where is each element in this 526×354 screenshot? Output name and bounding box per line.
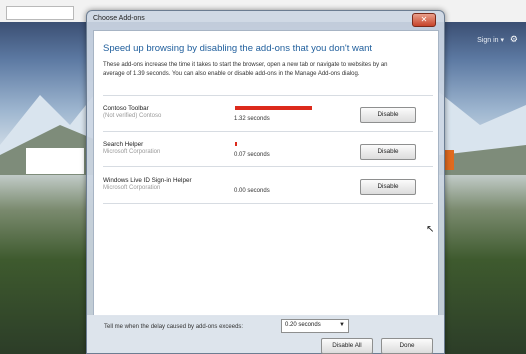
load-time-bar bbox=[235, 106, 315, 110]
select-value: 0.20 seconds bbox=[285, 322, 321, 328]
disable-button[interactable]: Disable bbox=[360, 144, 416, 160]
address-bar[interactable] bbox=[6, 6, 74, 20]
dialog-body: Speed up browsing by disabling the add-o… bbox=[93, 30, 439, 317]
addon-publisher: Microsoft Corporation bbox=[103, 185, 161, 191]
done-button[interactable]: Done bbox=[381, 338, 433, 354]
addon-load-time: 0.00 seconds bbox=[234, 188, 270, 194]
load-time-bar-fill bbox=[235, 106, 312, 110]
search-button[interactable] bbox=[444, 150, 454, 170]
disable-button[interactable]: Disable bbox=[360, 107, 416, 123]
delay-threshold-label: Tell me when the delay caused by add-ons… bbox=[104, 324, 244, 330]
addon-name: Contoso Toolbar bbox=[103, 105, 149, 112]
gear-icon[interactable]: ⚙ bbox=[510, 34, 518, 45]
load-time-bar bbox=[235, 142, 315, 146]
mouse-cursor-icon: ↖ bbox=[426, 224, 435, 235]
headline: Speed up browsing by disabling the add-o… bbox=[103, 43, 373, 54]
load-time-bar bbox=[235, 178, 315, 182]
close-icon[interactable]: ✕ bbox=[412, 13, 436, 27]
choose-addons-dialog: Choose Add-ons ✕ Speed up browsing by di… bbox=[86, 10, 445, 354]
disable-button[interactable]: Disable bbox=[360, 179, 416, 195]
addon-load-time: 1.32 seconds bbox=[234, 116, 270, 122]
addon-load-time: 0.07 seconds bbox=[234, 152, 270, 158]
load-time-bar-fill bbox=[235, 142, 237, 146]
addon-name: Search Helper bbox=[103, 141, 144, 148]
search-box[interactable] bbox=[26, 148, 84, 174]
chevron-down-icon: ▼ bbox=[339, 322, 345, 328]
addon-name: Windows Live ID Sign-in Helper bbox=[103, 177, 192, 184]
addon-publisher: (Not verified) Contoso bbox=[103, 113, 162, 119]
sign-in-link[interactable]: Sign in ▾ bbox=[477, 36, 504, 44]
divider bbox=[103, 166, 433, 167]
divider bbox=[103, 203, 433, 204]
addon-publisher: Microsoft Corporation bbox=[103, 149, 161, 155]
divider bbox=[103, 131, 433, 132]
dialog-title: Choose Add-ons bbox=[93, 15, 145, 22]
divider bbox=[103, 95, 433, 96]
intro-text: These add-ons increase the time it takes… bbox=[103, 62, 388, 77]
dialog-footer: Tell me when the delay caused by add-ons… bbox=[87, 315, 444, 354]
disable-all-button[interactable]: Disable All bbox=[321, 338, 373, 354]
delay-threshold-select[interactable]: 0.20 seconds ▼ bbox=[281, 319, 349, 333]
